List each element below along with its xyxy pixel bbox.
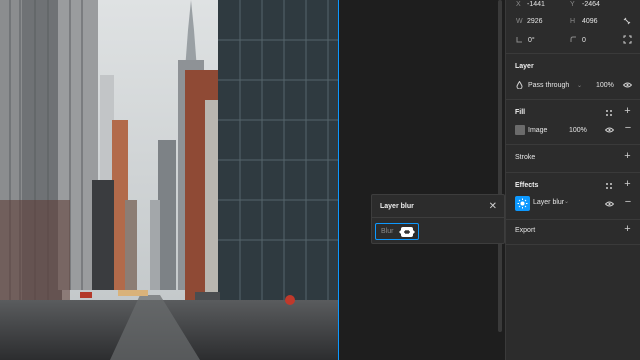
popover-title: Layer blur	[380, 202, 414, 210]
layer-row: Pass through ⌄ 100%	[506, 80, 640, 90]
remove-effect-icon[interactable]: −	[623, 197, 633, 208]
constrain-proportions-icon[interactable]	[623, 17, 631, 25]
selection-frame-edge	[338, 0, 339, 360]
layer-opacity-field[interactable]: 100%	[596, 82, 614, 89]
sun-icon	[517, 198, 528, 209]
close-icon[interactable]: ✕	[489, 201, 497, 212]
y-label: Y	[570, 1, 575, 8]
rotation-field[interactable]: 0°	[528, 37, 535, 44]
chevron-down-icon[interactable]: ⌄	[564, 198, 569, 205]
blur-input-placeholder: Blur	[381, 228, 394, 235]
stroke-section-title: Stroke	[515, 154, 536, 161]
layer-blur-popover: Layer blur ✕ Blur	[371, 194, 505, 244]
fill-opacity-field[interactable]: 100%	[569, 127, 587, 134]
size-row: W 2926 H 4096	[506, 16, 640, 26]
effect-styles-icon[interactable]	[605, 182, 613, 190]
city-street-photo[interactable]	[0, 0, 338, 360]
x-field[interactable]: -1441	[527, 1, 545, 8]
properties-panel: X -1441 Y -2464 W 2926 H 4096 0° 0 Layer	[505, 0, 640, 360]
eye-icon[interactable]	[623, 82, 632, 88]
w-label: W	[516, 17, 523, 25]
corner-radius-field[interactable]: 0	[582, 37, 586, 44]
h-field[interactable]: 4096	[582, 18, 598, 25]
corner-radius-icon	[570, 36, 576, 42]
resize-cursor-icon	[399, 227, 415, 237]
effect-settings-button[interactable]	[515, 196, 530, 211]
grid-styles-icon[interactable]	[605, 109, 613, 117]
fill-row: Image 100% −	[506, 123, 640, 135]
rotation-radius-row: 0° 0	[506, 35, 640, 45]
chevron-down-icon[interactable]: ⌄	[577, 82, 582, 89]
eye-icon[interactable]	[605, 201, 614, 207]
add-effect-icon[interactable]: +	[622, 179, 633, 190]
effect-type-select[interactable]: Layer blur	[533, 199, 564, 206]
remove-fill-icon[interactable]: −	[623, 123, 633, 134]
divider	[506, 53, 640, 54]
divider	[506, 144, 640, 145]
blend-mode-icon	[516, 81, 523, 89]
add-fill-icon[interactable]: +	[622, 106, 633, 117]
h-label: H	[570, 17, 576, 25]
divider	[506, 99, 640, 100]
divider	[506, 219, 640, 220]
divider	[506, 244, 640, 245]
divider	[506, 172, 640, 173]
popover-header: Layer blur ✕	[372, 195, 504, 218]
fill-section-title: Fill	[515, 109, 526, 116]
fill-type-label[interactable]: Image	[528, 127, 547, 134]
add-stroke-icon[interactable]: +	[622, 151, 633, 162]
blend-mode-select[interactable]: Pass through	[528, 82, 569, 89]
add-export-icon[interactable]: +	[622, 224, 633, 235]
effects-section-title: Effects	[515, 182, 539, 189]
w-field[interactable]: 2926	[527, 18, 543, 25]
image-thumbnail[interactable]	[515, 125, 525, 135]
blur-input[interactable]: Blur	[375, 223, 419, 240]
x-label: X	[516, 1, 521, 8]
position-row: X -1441 Y -2464	[506, 0, 640, 9]
layer-section-title: Layer	[515, 63, 534, 70]
y-field[interactable]: -2464	[582, 1, 600, 8]
rotation-icon	[516, 37, 522, 43]
city-street-image	[0, 0, 338, 360]
eye-icon[interactable]	[605, 127, 614, 133]
independent-corners-icon[interactable]	[623, 35, 632, 44]
vertical-scrollbar[interactable]	[498, 0, 502, 332]
export-section-title: Export	[515, 227, 536, 234]
canvas[interactable]: Layer blur ✕ Blur	[0, 0, 505, 360]
effect-row: Layer blur ⌄ −	[506, 196, 640, 211]
